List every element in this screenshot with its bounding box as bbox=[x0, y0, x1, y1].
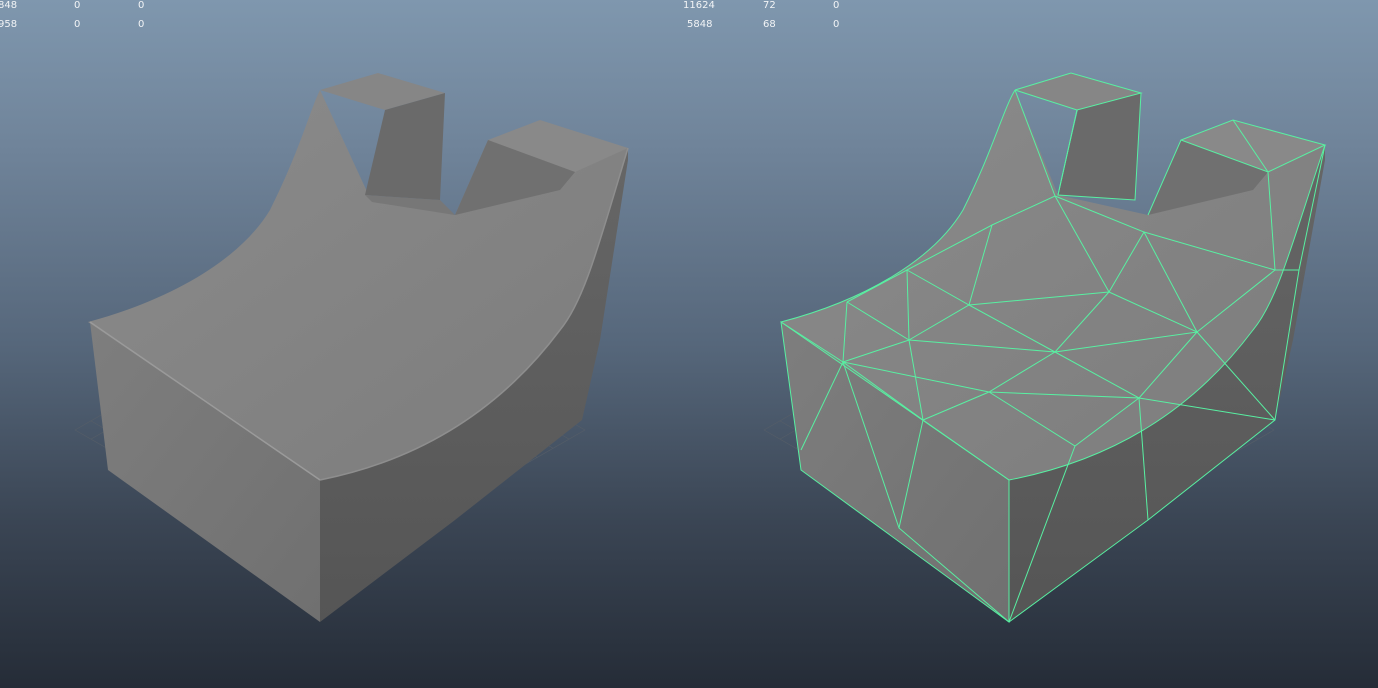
wireframe-model[interactable] bbox=[780, 72, 1327, 623]
smooth-model[interactable] bbox=[88, 73, 629, 622]
scene-wireframe[interactable] bbox=[689, 0, 1378, 688]
model-left-prong-inner bbox=[1058, 93, 1141, 200]
viewport-panel-wireframe[interactable]: 11624 72 0 5848 68 0 bbox=[683, 0, 1378, 688]
model-left-prong-inner bbox=[365, 93, 445, 200]
viewport-panel-smooth[interactable]: 848 0 0 958 0 0 bbox=[0, 0, 689, 688]
maya-viewport[interactable]: 848 0 0 958 0 0 11624 72 0 5848 68 0 bbox=[0, 0, 1378, 688]
scene-smooth[interactable] bbox=[0, 0, 689, 688]
